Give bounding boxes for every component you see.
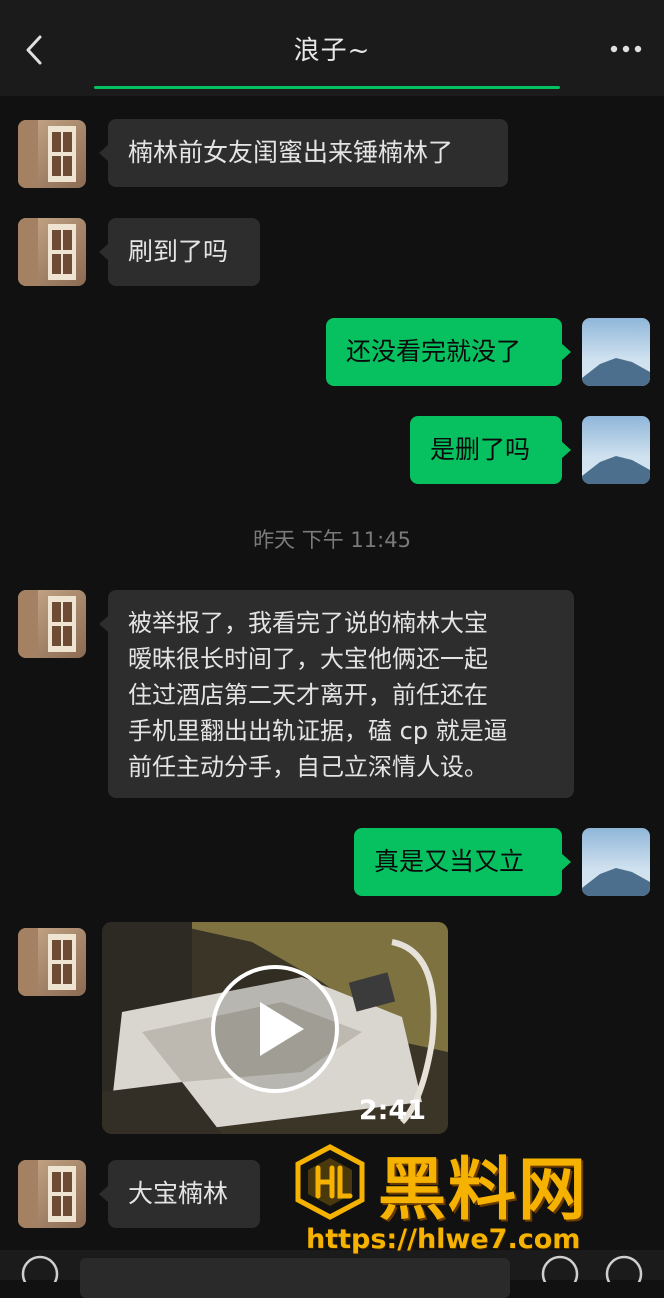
message-bubble-outgoing[interactable]: 是删了吗 — [410, 416, 571, 484]
contact-avatar[interactable] — [18, 590, 86, 658]
watermark: 黑料网 https://hlwe7.com — [290, 1140, 664, 1260]
contact-avatar[interactable] — [18, 1160, 86, 1228]
header-divider — [94, 86, 560, 89]
chat-title: 浪子~ — [293, 36, 371, 66]
message-bubble-incoming[interactable]: 大宝楠林 — [99, 1160, 260, 1228]
play-icon[interactable] — [210, 964, 340, 1094]
message-input[interactable] — [80, 1258, 510, 1298]
my-avatar[interactable] — [582, 416, 650, 484]
contact-avatar[interactable] — [18, 120, 86, 188]
message-text-line: 住过酒店第二天才离开，前任还在 — [128, 681, 488, 709]
chat-header: 浪子~ — [0, 0, 664, 96]
video-message[interactable]: 2:41 — [102, 922, 448, 1134]
contact-avatar[interactable] — [18, 218, 86, 286]
more-dots-icon — [610, 45, 642, 53]
message-text: 真是又当又立 — [374, 847, 525, 876]
message-text: 是删了吗 — [430, 435, 531, 464]
voice-icon[interactable] — [20, 1252, 60, 1282]
message-bubble-incoming[interactable]: 被举报了，我看完了说的楠林大宝 暧昧很长时间了，大宝他俩还一起 住过酒店第二天才… — [99, 590, 574, 798]
message-text-line: 手机里翻出出轨证据，磕 cp 就是逼 — [128, 717, 508, 745]
message-bubble-incoming[interactable]: 刷到了吗 — [99, 218, 260, 286]
message-text: 大宝楠林 — [128, 1179, 229, 1208]
contact-avatar[interactable] — [18, 928, 86, 996]
message-bubble-incoming[interactable]: 楠林前女友闺蜜出来锤楠林了 — [99, 119, 508, 187]
watermark-brand: 黑料网 — [378, 1151, 589, 1230]
message-text: 还没看完就没了 — [346, 337, 522, 366]
my-avatar[interactable] — [582, 828, 650, 896]
message-text-line: 暧昧很长时间了，大宝他俩还一起 — [128, 645, 488, 673]
watermark-url: https://hlwe7.com — [306, 1224, 581, 1255]
more-button[interactable] — [606, 32, 646, 66]
message-bubble-outgoing[interactable]: 真是又当又立 — [354, 828, 571, 896]
message-text: 刷到了吗 — [128, 237, 229, 266]
watermark-logo — [295, 1144, 365, 1220]
message-bubble-outgoing[interactable]: 还没看完就没了 — [326, 318, 571, 386]
my-avatar[interactable] — [582, 318, 650, 386]
message-text-line: 前任主动分手，自己立深情人设。 — [128, 753, 488, 781]
message-text: 楠林前女友闺蜜出来锤楠林了 — [128, 138, 454, 167]
video-duration: 2:41 — [358, 1095, 426, 1126]
message-text-line: 被举报了，我看完了说的楠林大宝 — [128, 609, 488, 637]
chat-timestamp: 昨天 下午 11:45 — [253, 528, 411, 552]
